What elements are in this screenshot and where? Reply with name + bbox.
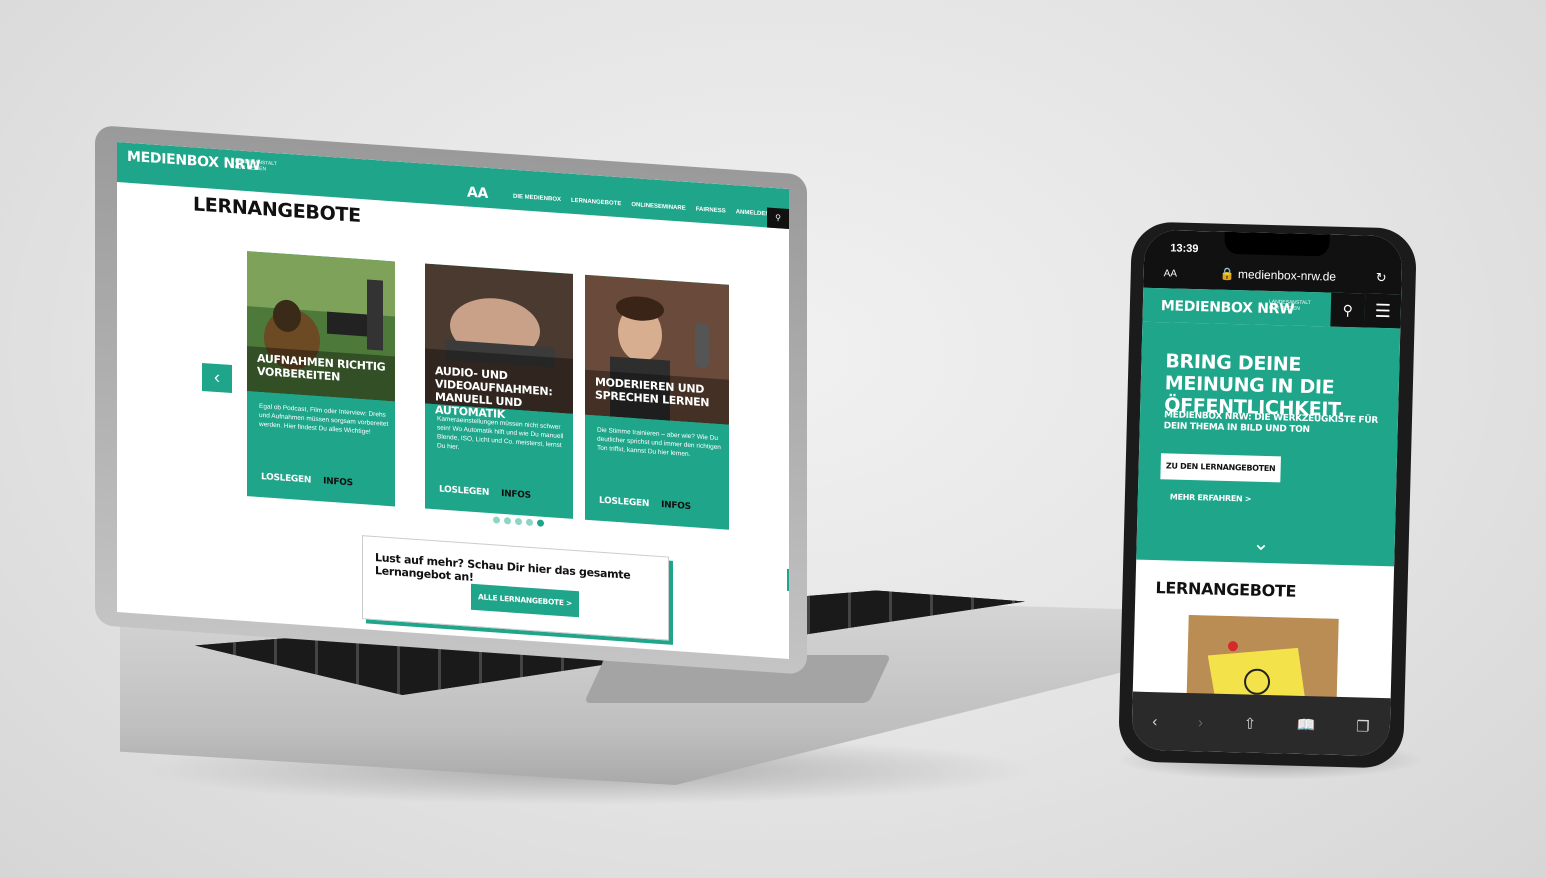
bookmarks-icon[interactable]: 📖	[1297, 716, 1316, 734]
carousel-dots	[493, 516, 544, 527]
tabs-icon[interactable]: ❐	[1356, 717, 1370, 735]
course-card: AUDIO- UND VIDEOAUFNAHMEN: MANUELL UND A…	[425, 263, 573, 519]
carousel-dot-active[interactable]	[537, 519, 544, 527]
search-icon[interactable]: ⚲	[767, 207, 789, 229]
loslegen-button[interactable]: LOSLEGEN	[261, 472, 311, 486]
safari-toolbar: ‹ › ⇧ 📖 ❐	[1131, 691, 1391, 757]
course-card-text: Egal ob Podcast, Film oder Interview: Dr…	[259, 402, 389, 436]
carousel-dot[interactable]	[504, 517, 511, 525]
carousel-dot[interactable]	[493, 516, 500, 524]
course-card: AUFNAHMEN RICHTIG VORBEREITEN Egal ob Po…	[247, 251, 395, 507]
course-card: MODERIEREN UND SPRECHEN LERNEN Die Stimm…	[585, 274, 729, 530]
course-card-text: Die Stimme trainieren – aber wie? Wie Du…	[597, 426, 721, 459]
status-time: 13:39	[1170, 242, 1199, 256]
forward-icon[interactable]: ›	[1198, 714, 1203, 731]
phone-screen: 13:39 AA 🔒 medienbox-nrw.de ↻ MEDIENBOX …	[1131, 229, 1403, 757]
page-title: LERNANGEBOTE	[193, 193, 361, 228]
scroll-top-button[interactable]: ˄	[787, 568, 789, 593]
phone-logo-sub: LANDESANSTALT FÜR MEDIEN	[1268, 298, 1311, 312]
laptop-screen: MEDIENBOX NRW LANDESANSTALT FÜR MEDIEN A…	[117, 142, 789, 659]
chevron-down-icon[interactable]: ⌄	[1252, 531, 1269, 556]
infos-button[interactable]: INFOS	[501, 489, 531, 501]
search-icon[interactable]: ⚲	[1330, 292, 1366, 328]
to-offers-button[interactable]: ZU DEN LERNANGEBOTEN	[1160, 453, 1281, 483]
course-card-text: Kameraeinstellungen müssen nicht schwer …	[437, 415, 564, 451]
section-title: LERNANGEBOTE	[1155, 578, 1297, 601]
loslegen-button[interactable]: LOSLEGEN	[439, 485, 489, 499]
phone-notch	[1224, 231, 1330, 257]
carousel-prev-button[interactable]: ‹	[202, 362, 232, 394]
hamburger-menu-icon[interactable]: ☰	[1364, 293, 1402, 329]
more-offers-box: Lust auf mehr? Schau Dir hier das gesamt…	[362, 535, 669, 641]
back-icon[interactable]: ‹	[1152, 713, 1157, 730]
infos-button[interactable]: INFOS	[661, 500, 691, 512]
reload-icon[interactable]: ↻	[1375, 270, 1386, 286]
carousel-dot[interactable]	[526, 518, 533, 527]
infos-button[interactable]: INFOS	[323, 476, 353, 488]
reader-aa-button[interactable]: AA	[1164, 268, 1178, 279]
font-size-toggle[interactable]: AA	[467, 184, 488, 201]
share-icon[interactable]: ⇧	[1243, 714, 1256, 732]
carousel-dot[interactable]	[515, 517, 522, 526]
loslegen-button[interactable]: LOSLEGEN	[599, 496, 649, 510]
chevron-left-icon: ‹	[214, 366, 220, 388]
url-text: medienbox-nrw.de	[1237, 267, 1337, 284]
